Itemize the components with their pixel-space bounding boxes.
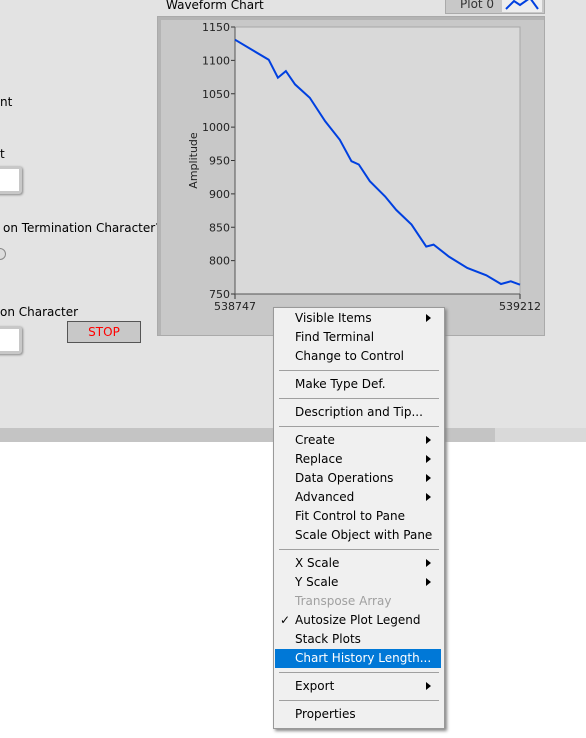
menu-item-label: Visible Items bbox=[295, 311, 372, 325]
x-tick-label: 538747 bbox=[214, 300, 256, 313]
menu-item-y-scale[interactable]: Y Scale bbox=[275, 573, 441, 592]
menu-item-label: Autosize Plot Legend bbox=[295, 613, 421, 627]
menu-item-visible-items[interactable]: Visible Items bbox=[275, 309, 441, 328]
menu-item-label: Fit Control to Pane bbox=[295, 509, 405, 523]
menu-item-scale-object-with-pane[interactable]: Scale Object with Pane bbox=[275, 526, 441, 545]
menu-item-find-terminal[interactable]: Find Terminal bbox=[275, 328, 441, 347]
menu-item-advanced[interactable]: Advanced bbox=[275, 488, 441, 507]
termination-char-label: on Character bbox=[0, 305, 79, 319]
legend-label: Plot 0 bbox=[460, 0, 495, 11]
x-tick-label: 539212 bbox=[499, 300, 541, 313]
termination-char-input[interactable] bbox=[0, 326, 22, 354]
y-tick-label: 1050 bbox=[202, 88, 230, 101]
submenu-arrow-icon bbox=[426, 559, 431, 567]
menu-item-label: Replace bbox=[295, 452, 343, 466]
menu-item-label: Change to Control bbox=[295, 349, 404, 363]
plot-line-icon[interactable] bbox=[502, 0, 542, 12]
submenu-arrow-icon bbox=[426, 578, 431, 586]
menu-item-change-to-control[interactable]: Change to Control bbox=[275, 347, 441, 366]
menu-item-label: X Scale bbox=[295, 556, 340, 570]
menu-item-label: Chart History Length... bbox=[295, 651, 432, 665]
menu-item-label: Properties bbox=[295, 707, 356, 721]
menu-item-label: Stack Plots bbox=[295, 632, 361, 646]
menu-item-fit-control-to-pane[interactable]: Fit Control to Pane bbox=[275, 507, 441, 526]
menu-item-create[interactable]: Create bbox=[275, 431, 441, 450]
menu-separator bbox=[279, 370, 439, 371]
control-label: nt bbox=[0, 95, 13, 109]
menu-item-label: Description and Tip... bbox=[295, 405, 423, 419]
context-menu: Visible Items Find Terminal Change to Cont… bbox=[273, 307, 445, 729]
menu-separator bbox=[279, 700, 439, 701]
menu-item-label: Data Operations bbox=[295, 471, 394, 485]
menu-item-label: Export bbox=[295, 679, 335, 693]
menu-item-properties[interactable]: Properties bbox=[275, 705, 441, 724]
menu-separator bbox=[279, 398, 439, 399]
menu-separator bbox=[279, 426, 439, 427]
menu-item-chart-history-length[interactable]: Chart History Length... bbox=[275, 649, 441, 668]
menu-item-make-type-def[interactable]: Make Type Def. bbox=[275, 375, 441, 394]
submenu-arrow-icon bbox=[426, 474, 431, 482]
menu-item-replace[interactable]: Replace bbox=[275, 450, 441, 469]
numeric-input[interactable] bbox=[0, 166, 22, 194]
plot-legend[interactable]: Plot 0 bbox=[445, 0, 545, 14]
menu-item-description-and-tip[interactable]: Description and Tip... bbox=[275, 403, 441, 422]
menu-item-label: Make Type Def. bbox=[295, 377, 386, 391]
menu-item-label: Y Scale bbox=[295, 575, 339, 589]
menu-item-label: Find Terminal bbox=[295, 330, 375, 344]
y-tick-label: 1000 bbox=[202, 121, 230, 134]
submenu-arrow-icon bbox=[426, 682, 431, 690]
y-tick-label: 1150 bbox=[202, 21, 230, 34]
menu-item-transpose-array: Transpose Array bbox=[275, 592, 441, 611]
chart-svg: 1150110010501000950900850800750538747 539… bbox=[187, 21, 541, 313]
y-axis-label: Amplitude bbox=[187, 132, 200, 189]
menu-item-autosize-plot-legend[interactable]: Autosize Plot Legend ✓ bbox=[275, 611, 441, 630]
menu-item-label: Create bbox=[295, 433, 335, 447]
chart-title: Waveform Chart bbox=[166, 0, 264, 12]
control-label: t bbox=[0, 147, 5, 161]
y-tick-label: 1100 bbox=[202, 54, 230, 67]
submenu-arrow-icon bbox=[426, 314, 431, 322]
checkmark-icon: ✓ bbox=[280, 613, 291, 627]
stop-button[interactable]: STOP bbox=[67, 321, 141, 343]
menu-item-export[interactable]: Export bbox=[275, 677, 441, 696]
termination-toggle[interactable] bbox=[0, 248, 6, 260]
y-tick-label: 850 bbox=[209, 221, 230, 234]
plot-area bbox=[234, 26, 521, 295]
submenu-arrow-icon bbox=[426, 493, 431, 501]
menu-item-stack-plots[interactable]: Stack Plots bbox=[275, 630, 441, 649]
y-tick-label: 900 bbox=[209, 188, 230, 201]
menu-item-label: Transpose Array bbox=[295, 594, 392, 608]
menu-item-label: Scale Object with Pane bbox=[295, 528, 433, 542]
submenu-arrow-icon bbox=[426, 436, 431, 444]
menu-item-label: Advanced bbox=[295, 490, 355, 504]
termination-question-label: on Termination Character? bbox=[3, 221, 162, 235]
y-tick-label: 950 bbox=[209, 155, 230, 168]
menu-separator bbox=[279, 672, 439, 673]
menu-item-data-operations[interactable]: Data Operations bbox=[275, 469, 441, 488]
menu-separator bbox=[279, 549, 439, 550]
submenu-arrow-icon bbox=[426, 455, 431, 463]
y-tick-label: 800 bbox=[209, 255, 230, 268]
waveform-chart[interactable]: 1150 1100 1050 1000 950 900 850 800 750 538747 539… bbox=[157, 16, 545, 336]
menu-item-x-scale[interactable]: X Scale bbox=[275, 554, 441, 573]
